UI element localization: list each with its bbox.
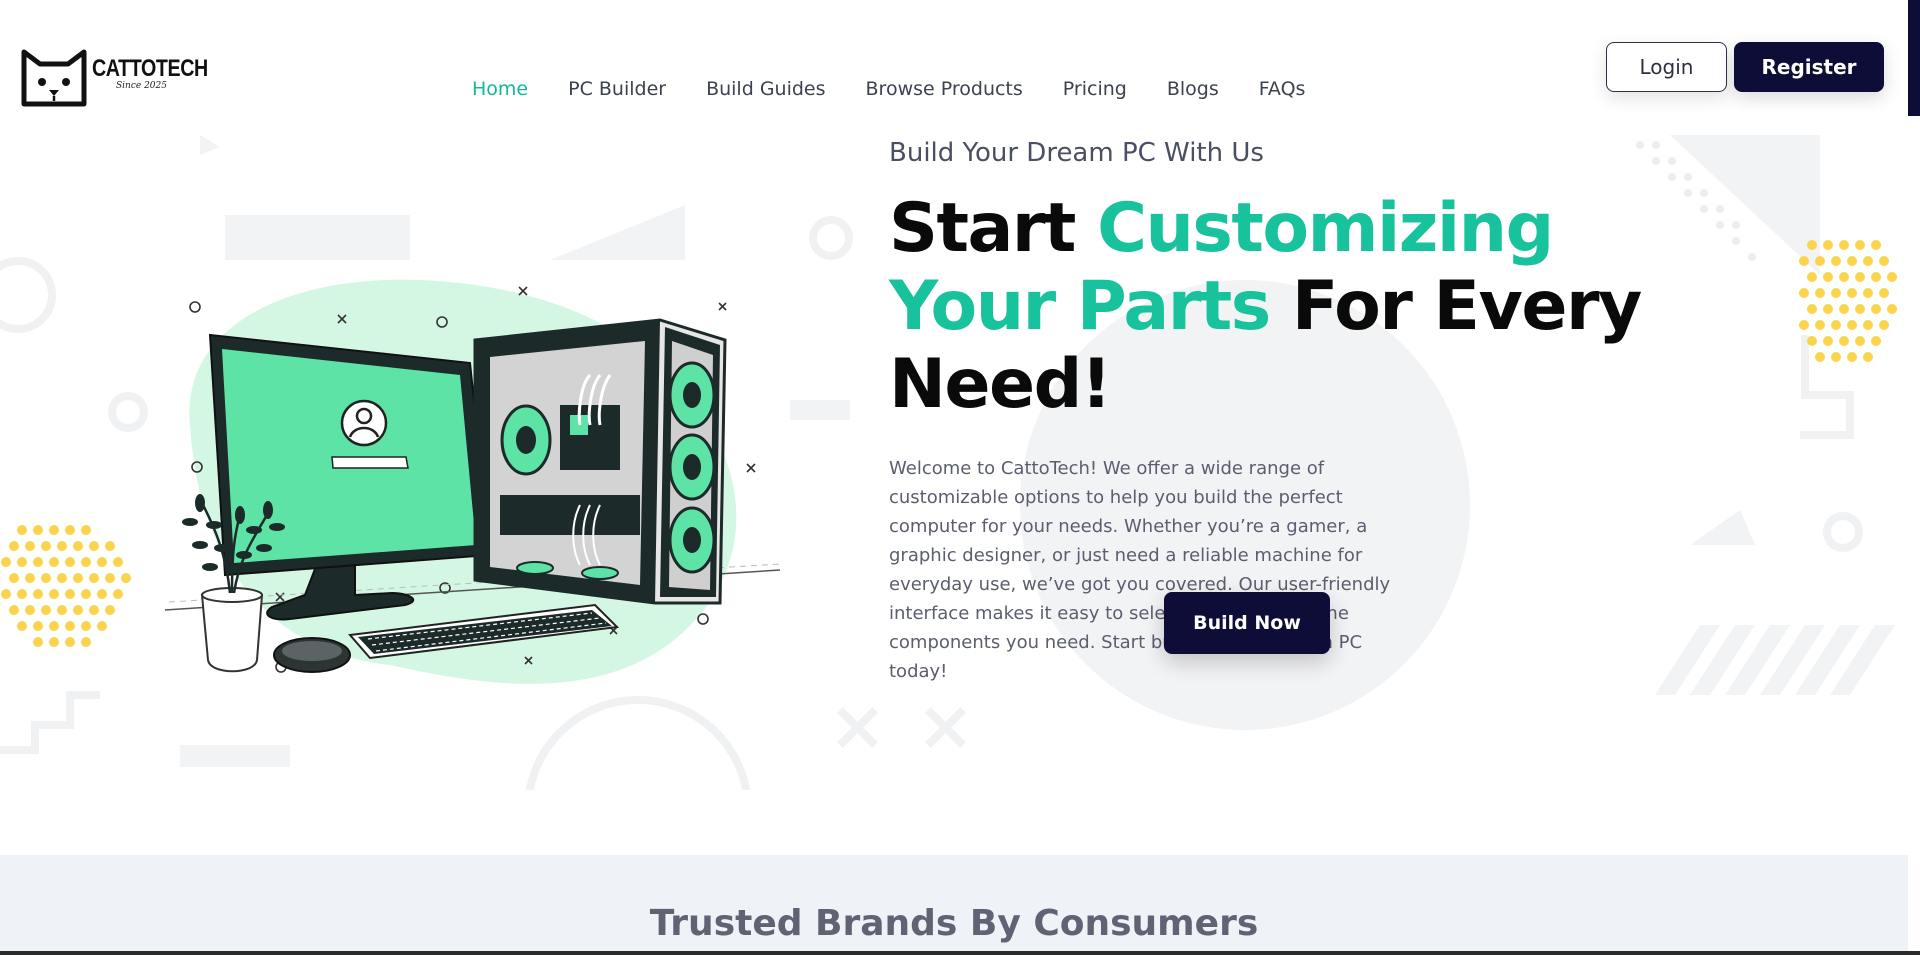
- headline-accent1: Customizing: [1097, 189, 1554, 268]
- scrollbar-track[interactable]: [1908, 0, 1920, 955]
- nav-item-pc-builder[interactable]: PC Builder: [568, 78, 666, 100]
- page-bottom-divider: [0, 951, 1920, 955]
- hero-tagline: Build Your Dream PC With Us: [889, 138, 1264, 168]
- scrollbar-thumb[interactable]: [1908, 0, 1920, 116]
- site-header: CATTOTECH Since 2025 Home PC Builder Bui…: [0, 0, 1908, 135]
- main-nav: Home PC Builder Build Guides Browse Prod…: [472, 78, 1345, 100]
- hero-section: Build Your Dream PC With Us Start Custom…: [0, 135, 1908, 790]
- login-button[interactable]: Login: [1606, 42, 1727, 92]
- nav-item-home[interactable]: Home: [472, 78, 528, 100]
- brands-section: Trusted Brands By Consumers: [0, 855, 1908, 955]
- hero-description: Welcome to CattoTech! We offer a wide ra…: [889, 458, 1391, 682]
- nav-item-browse-products[interactable]: Browse Products: [866, 78, 1023, 100]
- logo-text: CATTOTECH Since 2025: [92, 54, 233, 92]
- nav-item-blogs[interactable]: Blogs: [1167, 78, 1219, 100]
- brands-title: Trusted Brands By Consumers: [649, 903, 1259, 944]
- build-now-button[interactable]: Build Now: [1164, 592, 1330, 654]
- hero-headline: Start Customizing Your Parts For Every N…: [889, 190, 1649, 424]
- nav-item-pricing[interactable]: Pricing: [1063, 78, 1127, 100]
- pc-setup-illustration: [164, 279, 781, 684]
- logo-since: Since 2025: [116, 80, 167, 91]
- headline-accent2: Your Parts: [889, 267, 1271, 346]
- nav-item-build-guides[interactable]: Build Guides: [706, 78, 825, 100]
- headline-part1: Start: [889, 189, 1098, 268]
- logo[interactable]: CATTOTECH Since 2025: [18, 38, 233, 110]
- logo-name: CATTOTECH: [92, 54, 208, 82]
- cat-face-icon: [21, 49, 87, 107]
- nav-item-faqs[interactable]: FAQs: [1259, 78, 1306, 100]
- register-button[interactable]: Register: [1734, 42, 1884, 92]
